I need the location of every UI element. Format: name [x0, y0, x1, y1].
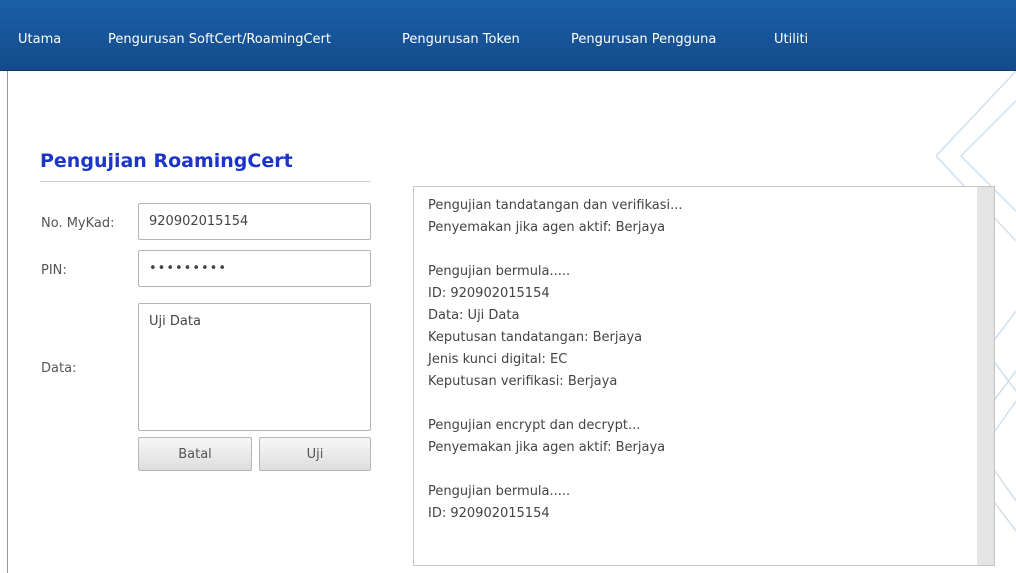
pin-label: PIN: [41, 263, 67, 278]
test-button[interactable]: Uji [259, 437, 371, 471]
top-navigation-bar: Utama Pengurusan SoftCert/RoamingCert Pe… [0, 0, 1016, 71]
nav-item-utama[interactable]: Utama [18, 32, 61, 47]
output-line: Pengujian encrypt dan decrypt... [428, 418, 641, 433]
output-line: Pengujian bermula..... [428, 484, 571, 499]
output-line: Jenis kunci digital: EC [428, 352, 568, 367]
output-scrollbar[interactable] [977, 187, 994, 565]
nav-item-softcert-roamingcert[interactable]: Pengurusan SoftCert/RoamingCert [108, 32, 331, 47]
page-title: Pengujian RoamingCert [40, 150, 293, 172]
output-line: ID: 920902015154 [428, 286, 550, 301]
output-line: Pengujian tandatangan dan verifikasi... [428, 198, 683, 213]
nav-item-pengguna[interactable]: Pengurusan Pengguna [571, 32, 716, 47]
test-output-panel[interactable]: Pengujian tandatangan dan verifikasi... P… [413, 186, 995, 566]
output-line: Keputusan tandatangan: Berjaya [428, 330, 643, 345]
output-log: Pengujian tandatangan dan verifikasi... P… [428, 195, 683, 525]
data-textarea[interactable]: Uji Data [138, 303, 371, 431]
mykad-input[interactable] [138, 203, 371, 240]
output-line: Penyemakan jika agen aktif: Berjaya [428, 220, 666, 235]
output-line: Penyemakan jika agen aktif: Berjaya [428, 440, 666, 455]
mykad-label: No. MyKad: [41, 216, 115, 231]
pin-input[interactable] [138, 250, 371, 287]
output-line: ID: 920902015154 [428, 506, 550, 521]
page-left-border [7, 71, 8, 573]
output-line: Data: Uji Data [428, 308, 520, 323]
title-divider [40, 181, 370, 182]
output-line: Pengujian bermula..... [428, 264, 571, 279]
cancel-button[interactable]: Batal [138, 437, 252, 471]
output-line: Keputusan verifikasi: Berjaya [428, 374, 618, 389]
nav-item-token[interactable]: Pengurusan Token [402, 32, 520, 47]
nav-item-utiliti[interactable]: Utiliti [774, 32, 808, 47]
data-label: Data: [41, 361, 77, 376]
